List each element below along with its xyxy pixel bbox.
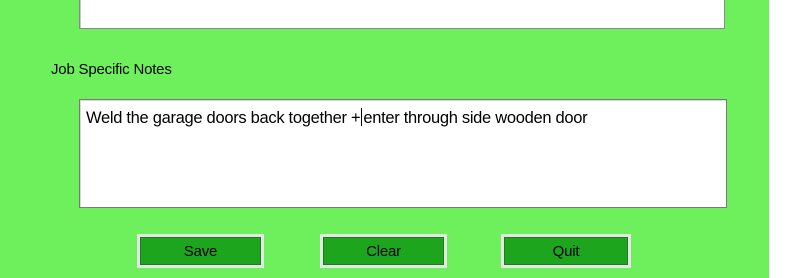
job-notes-text-before-caret: Weld the garage doors back together +	[86, 109, 361, 127]
quit-button[interactable]: Quit	[501, 234, 631, 268]
clear-button[interactable]: Clear	[320, 234, 447, 268]
form-panel: Job Specific Notes Weld the garage doors…	[0, 0, 769, 278]
save-button[interactable]: Save	[137, 234, 264, 268]
job-notes-label: Job Specific Notes	[51, 61, 172, 78]
job-notes-text: Weld the garage doors back together + ent…	[86, 108, 588, 128]
job-notes-text-after-caret: enter through side wooden door	[363, 109, 588, 127]
window: Job Specific Notes Weld the garage doors…	[0, 0, 786, 278]
job-notes-textarea[interactable]: Weld the garage doors back together + ent…	[79, 99, 727, 208]
previous-text-field[interactable]	[79, 0, 725, 29]
